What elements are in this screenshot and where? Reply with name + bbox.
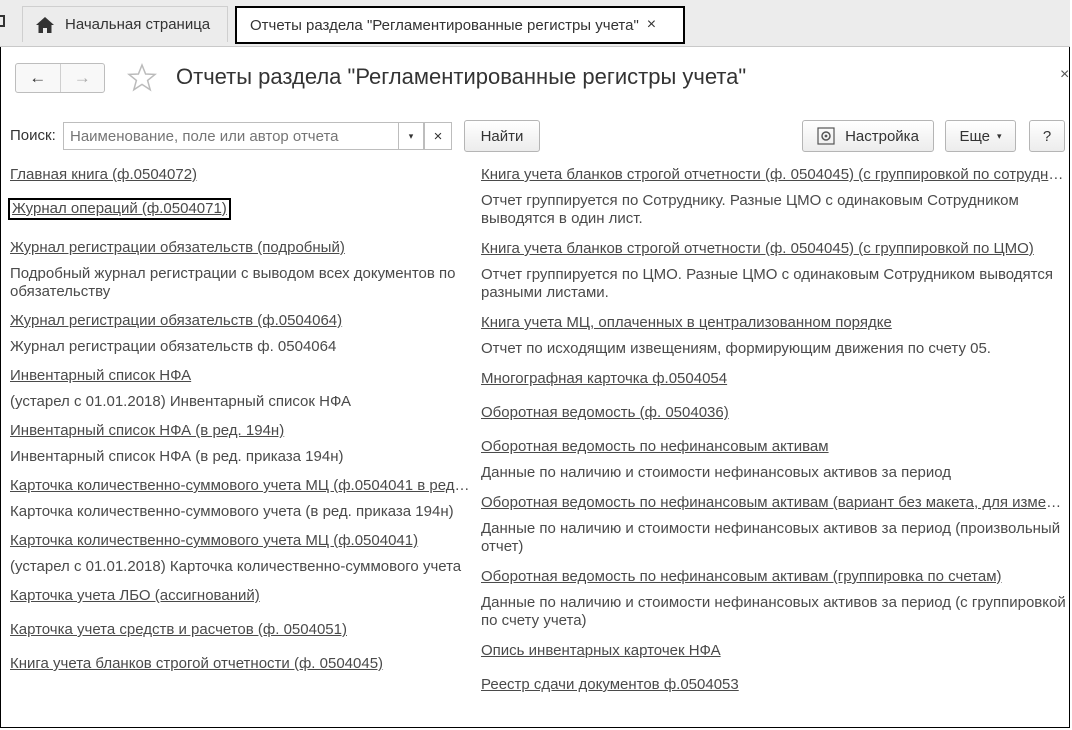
report-item: Карточка учета средств и расчетов (ф. 05… [10,621,470,639]
report-item: Оборотная ведомость по нефинансовым акти… [481,568,1067,630]
search-label: Поиск: [10,127,56,144]
more-label: Еще [959,127,990,145]
report-description: Отчет группируется по Сотруднику. Разные… [481,192,1019,227]
report-description: Подробный журнал регистрации с выводом в… [10,265,456,300]
close-tab-icon[interactable]: × [647,16,656,34]
report-description: (устарел с 01.01.2018) Инвентарный списо… [10,393,352,410]
report-link[interactable]: Книга учета бланков строгой отчетности (… [481,166,1067,184]
report-link[interactable]: Карточка количественно-суммового учета М… [10,532,470,550]
back-button[interactable]: ← [16,64,61,92]
report-item: Многографная карточка ф.0504054 [481,370,1067,388]
report-item: Книга учета бланков строгой отчетности (… [10,655,470,673]
report-link[interactable]: Книга учета бланков строгой отчетности (… [10,655,470,673]
report-link[interactable]: Журнал регистрации обязательств (подробн… [10,239,470,257]
tab-home-label: Начальная страница [65,16,211,33]
report-description: Журнал регистрации обязательств ф. 05040… [10,338,337,355]
report-item: Инвентарный список НФА (устарел с 01.01.2… [10,367,470,411]
report-item: Оборотная ведомость по нефинансовым акти… [481,438,1067,482]
report-link[interactable]: Книга учета МЦ, оплаченных в централизов… [481,314,1067,332]
settings-button[interactable]: Настройка [802,120,934,152]
report-link[interactable]: Книга учета бланков строгой отчетности (… [481,240,1067,258]
report-description: Отчет по исходящим извещениям, формирующ… [481,340,991,357]
settings-icon [817,127,835,145]
report-item: Журнал операций (ф.0504071) [8,198,470,223]
report-link[interactable]: Опись инвентарных карточек НФА [481,642,1067,660]
report-description: Инвентарный список НФА (в ред. приказа 1… [10,448,344,465]
forward-button[interactable]: → [61,64,105,92]
report-link[interactable]: Инвентарный список НФА [10,367,470,385]
tab-reports[interactable]: Отчеты раздела "Регламентированные регис… [235,6,685,44]
report-description: Карточка количественно-суммового учета (… [10,503,454,520]
close-form-icon[interactable]: × [1060,66,1069,84]
report-description: Данные по наличию и стоимости нефинансов… [481,520,1061,555]
search-clear-button[interactable]: × [424,122,452,150]
report-item: Карточка учета ЛБО (ассигнований) [10,587,470,605]
report-link[interactable]: Многографная карточка ф.0504054 [481,370,1067,388]
report-item: Оборотная ведомость по нефинансовым акти… [481,494,1067,556]
tab-bar: Начальная страница Отчеты раздела "Регла… [0,0,1070,47]
report-item: Реестр сдачи документов ф.0504053 [481,676,1067,694]
report-link[interactable]: Главная книга (ф.0504072) [10,166,470,184]
star-icon[interactable] [126,62,158,94]
report-item: Карточка количественно-суммового учета М… [10,477,470,521]
navigation-buttons: ← → [15,63,105,93]
report-link[interactable]: Журнал операций (ф.0504071) [8,198,231,220]
report-item: Журнал регистрации обязательств (ф.05040… [10,312,470,356]
report-item: Главная книга (ф.0504072) [10,166,470,184]
chevron-down-icon: ▾ [997,130,1002,141]
search-input[interactable] [63,122,399,150]
report-link[interactable]: Оборотная ведомость по нефинансовым акти… [481,568,1067,586]
report-link[interactable]: Оборотная ведомость по нефинансовым акти… [481,438,1067,456]
report-link[interactable]: Оборотная ведомость (ф. 0504036) [481,404,1067,422]
report-link[interactable]: Оборотная ведомость по нефинансовым акти… [481,494,1067,512]
report-link[interactable]: Карточка учета ЛБО (ассигнований) [10,587,470,605]
report-item: Карточка количественно-суммового учета М… [10,532,470,576]
report-item: Книга учета бланков строгой отчетности (… [481,240,1067,302]
page-title: Отчеты раздела "Регламентированные регис… [176,64,747,89]
report-link[interactable]: Реестр сдачи документов ф.0504053 [481,676,1067,694]
report-link[interactable]: Карточка количественно-суммового учета М… [10,477,470,495]
report-item: Опись инвентарных карточек НФА [481,642,1067,660]
left-report-list: Главная книга (ф.0504072) Журнал операций… [8,160,470,673]
report-link[interactable]: Карточка учета средств и расчетов (ф. 05… [10,621,470,639]
report-link[interactable]: Инвентарный список НФА (в ред. 194н) [10,422,470,440]
report-item: Книга учета бланков строгой отчетности (… [481,166,1067,228]
report-description: Данные по наличию и стоимости нефинансов… [481,594,1066,629]
report-item: Журнал регистрации обязательств (подробн… [10,239,470,301]
report-description: (устарел с 01.01.2018) Карточка количест… [10,558,462,575]
report-item: Оборотная ведомость (ф. 0504036) [481,404,1067,422]
more-button[interactable]: Еще ▾ [945,120,1016,152]
report-link[interactable]: Журнал регистрации обязательств (ф.05040… [10,312,470,330]
search-dropdown-button[interactable]: ▾ [398,122,424,150]
tab-home[interactable]: Начальная страница [22,6,228,42]
help-button[interactable]: ? [1029,120,1065,152]
find-button[interactable]: Найти [464,120,540,152]
right-report-list: Книга учета бланков строгой отчетности (… [481,160,1067,694]
report-description: Отчет группируется по ЦМО. Разные ЦМО с … [481,266,1053,301]
report-item: Инвентарный список НФА (в ред. 194н) Инве… [10,422,470,466]
home-icon [36,16,54,33]
report-item: Книга учета МЦ, оплаченных в централизов… [481,314,1067,358]
settings-label: Настройка [845,127,919,145]
report-description: Данные по наличию и стоимости нефинансов… [481,464,952,481]
tab-reports-label: Отчеты раздела "Регламентированные регис… [250,16,639,34]
bell-icon[interactable] [0,12,8,35]
